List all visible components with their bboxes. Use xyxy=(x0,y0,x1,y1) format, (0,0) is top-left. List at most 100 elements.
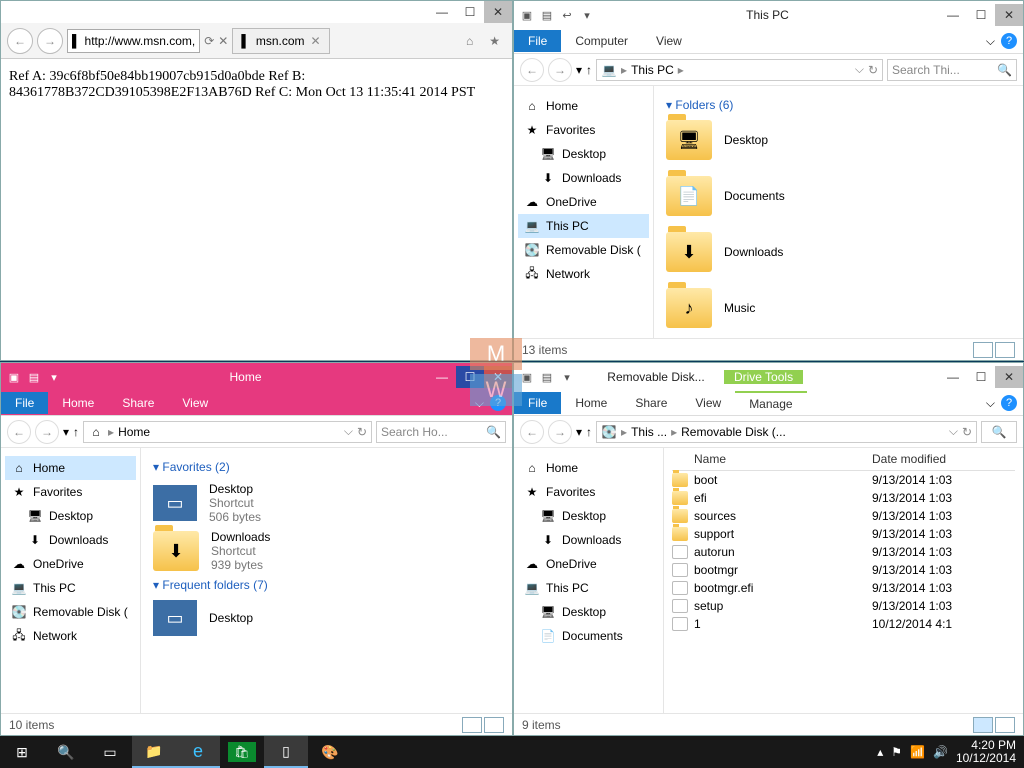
folder-item[interactable]: ⬇Downloads xyxy=(666,232,1011,272)
search-input[interactable]: Search Thi... 🔍 xyxy=(887,59,1017,81)
tab-file[interactable]: File xyxy=(1,392,48,414)
refresh-icon[interactable]: ↻ xyxy=(962,425,972,439)
nav-item[interactable]: 🖥Desktop xyxy=(518,504,659,528)
details-view-button[interactable] xyxy=(462,717,482,733)
breadcrumb[interactable]: 💻 ▸ This PC ▸ ⌵ ↻ xyxy=(596,59,883,81)
breadcrumb-seg[interactable]: Home xyxy=(118,425,150,439)
expand-ribbon-icon[interactable]: ⌵ xyxy=(986,34,995,49)
search-button[interactable]: 🔍 xyxy=(44,736,88,768)
browser-tab[interactable]: ▌ msn.com ✕ xyxy=(232,28,329,54)
chevron-down-icon[interactable]: ⌵ xyxy=(344,424,353,439)
recent-locations-icon[interactable]: ▾ xyxy=(576,425,582,439)
list-row[interactable]: sources9/13/2014 1:03 xyxy=(672,507,1015,525)
nav-item[interactable]: 💻This PC xyxy=(5,576,136,600)
icons-view-button[interactable] xyxy=(995,342,1015,358)
up-button[interactable]: ↑ xyxy=(586,425,592,439)
list-row[interactable]: support9/13/2014 1:03 xyxy=(672,525,1015,543)
back-button[interactable]: ← xyxy=(7,420,31,444)
search-input[interactable]: Search Ho... 🔍 xyxy=(376,421,506,443)
home-icon[interactable]: ⌂ xyxy=(460,34,479,48)
up-button[interactable]: ↑ xyxy=(73,425,79,439)
breadcrumb-seg[interactable]: This ... xyxy=(631,425,667,439)
tab-home[interactable]: Home xyxy=(48,392,108,414)
expand-ribbon-icon[interactable]: ⌵ xyxy=(986,396,995,411)
details-view-button[interactable] xyxy=(973,717,993,733)
back-button[interactable]: ← xyxy=(7,28,33,54)
tab-close-icon[interactable]: ✕ xyxy=(311,34,321,48)
recent-locations-icon[interactable]: ▾ xyxy=(576,63,582,77)
recent-locations-icon[interactable]: ▾ xyxy=(63,425,69,439)
taskbar-ie[interactable]: e xyxy=(176,736,220,768)
nav-item[interactable]: ☁OneDrive xyxy=(518,190,649,214)
back-button[interactable]: ← xyxy=(520,420,544,444)
taskbar-store[interactable]: 🛍 xyxy=(220,736,264,768)
list-row[interactable]: bootmgr.efi9/13/2014 1:03 xyxy=(672,579,1015,597)
nav-item[interactable]: 🖧Network xyxy=(518,262,649,286)
forward-button[interactable]: → xyxy=(37,28,63,54)
nav-item[interactable]: 📄Documents xyxy=(518,624,659,648)
group-header[interactable]: ▾ Folders (6) xyxy=(666,98,1011,112)
forward-button[interactable]: → xyxy=(35,420,59,444)
list-row[interactable]: autorun9/13/2014 1:03 xyxy=(672,543,1015,561)
titlebar[interactable]: ▣ ▤ ↩ ▾ This PC — ☐ ✕ xyxy=(514,1,1023,29)
tab-share[interactable]: Share xyxy=(108,392,168,414)
search-input[interactable]: 🔍 xyxy=(981,421,1017,443)
chevron-down-icon[interactable]: ▾ xyxy=(558,368,576,386)
maximize-button[interactable]: ☐ xyxy=(967,366,995,388)
favorite-item[interactable]: ▭DesktopShortcut506 bytes xyxy=(153,482,500,524)
list-row[interactable]: setup9/13/2014 1:03 xyxy=(672,597,1015,615)
chevron-down-icon[interactable]: ⌵ xyxy=(949,424,958,439)
new-folder-icon[interactable]: ▤ xyxy=(538,368,556,386)
nav-item[interactable]: 💻This PC xyxy=(518,576,659,600)
properties-icon[interactable]: ▣ xyxy=(518,6,536,24)
nav-item[interactable]: 💽Removable Disk ( xyxy=(518,238,649,262)
nav-item[interactable]: ⌂Home xyxy=(518,94,649,118)
details-view-button[interactable] xyxy=(973,342,993,358)
tab-view[interactable]: View xyxy=(681,392,735,414)
tab-share[interactable]: Share xyxy=(621,392,681,414)
close-button[interactable]: ✕ xyxy=(995,366,1023,388)
favorite-item[interactable]: ⬇DownloadsShortcut939 bytes xyxy=(153,530,500,572)
refresh-icon[interactable]: ↻ xyxy=(357,425,367,439)
properties-icon[interactable]: ▣ xyxy=(5,368,23,386)
nav-item[interactable]: ★Favorites xyxy=(518,118,649,142)
col-date[interactable]: Date modified xyxy=(872,452,1015,466)
nav-item[interactable]: ⬇Downloads xyxy=(518,166,649,190)
favorites-icon[interactable]: ★ xyxy=(483,34,506,48)
back-button[interactable]: ← xyxy=(520,58,544,82)
refresh-icon[interactable]: ⟳ xyxy=(204,34,214,48)
tab-computer[interactable]: Computer xyxy=(561,30,642,52)
refresh-icon[interactable]: ↻ xyxy=(868,63,878,77)
chevron-down-icon[interactable]: ▾ xyxy=(45,368,63,386)
start-button[interactable]: ⊞ xyxy=(0,736,44,768)
nav-item[interactable]: 💽Removable Disk ( xyxy=(5,600,136,624)
nav-item[interactable]: ★Favorites xyxy=(518,480,659,504)
task-view-button[interactable]: ▭ xyxy=(88,736,132,768)
tab-manage[interactable]: Manage xyxy=(735,391,806,415)
volume-icon[interactable]: 🔊 xyxy=(933,745,948,759)
taskbar-paint[interactable]: 🎨 xyxy=(308,736,352,768)
tab-home[interactable]: Home xyxy=(561,392,621,414)
list-row[interactable]: 110/12/2014 4:1 xyxy=(672,615,1015,633)
folder-item[interactable]: 📄Documents xyxy=(666,176,1011,216)
tray-overflow-icon[interactable]: ▴ xyxy=(877,745,883,759)
minimize-button[interactable]: — xyxy=(428,366,456,388)
network-icon[interactable]: 📶 xyxy=(910,745,925,759)
nav-item[interactable]: ☁OneDrive xyxy=(5,552,136,576)
list-row[interactable]: boot9/13/2014 1:03 xyxy=(672,471,1015,489)
chevron-down-icon[interactable]: ⌵ xyxy=(855,62,864,77)
group-header-favorites[interactable]: ▾ Favorites (2) xyxy=(153,460,500,474)
clock[interactable]: 4:20 PM 10/12/2014 xyxy=(956,739,1016,765)
col-name[interactable]: Name xyxy=(672,452,872,466)
breadcrumb[interactable]: ⌂ ▸ Home ⌵ ↻ xyxy=(83,421,372,443)
stop-icon[interactable]: ✕ xyxy=(218,34,228,48)
folder-item[interactable]: ♪Music xyxy=(666,288,1011,328)
nav-item[interactable]: ★Favorites xyxy=(5,480,136,504)
frequent-item[interactable]: ▭Desktop xyxy=(153,600,500,636)
list-row[interactable]: efi9/13/2014 1:03 xyxy=(672,489,1015,507)
help-icon[interactable]: ? xyxy=(1001,395,1017,411)
nav-item[interactable]: ⬇Downloads xyxy=(518,528,659,552)
nav-item[interactable]: 🖧Network xyxy=(5,624,136,648)
help-icon[interactable]: ? xyxy=(1001,33,1017,49)
titlebar[interactable]: ▣ ▤ ▾ Home — ☐ ✕ xyxy=(1,363,512,391)
